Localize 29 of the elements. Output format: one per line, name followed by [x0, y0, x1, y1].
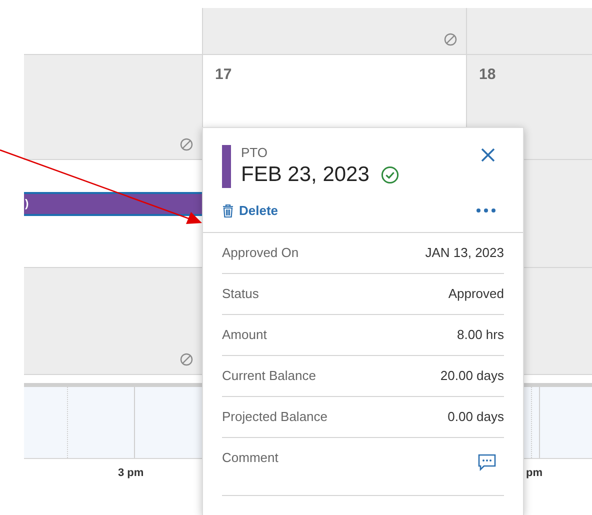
detail-label: Projected Balance [222, 408, 328, 426]
more-icon [476, 208, 496, 214]
detail-label: Approved On [222, 244, 299, 262]
detail-value: 20.00 days [440, 366, 504, 385]
detail-value: 8.00 hrs [457, 326, 504, 344]
comment-icon [478, 454, 496, 471]
detail-value: 0.00 days [448, 408, 504, 426]
day-number: 18 [479, 66, 496, 83]
detail-label: Amount [222, 326, 267, 344]
delete-button[interactable]: Delete [222, 201, 278, 220]
close-button[interactable] [480, 147, 496, 163]
blocked-icon [444, 33, 457, 46]
close-icon [480, 147, 496, 163]
trash-icon [222, 204, 234, 218]
popup-date: FEB 23, 2023 [241, 162, 370, 188]
detail-label: Current Balance [222, 366, 316, 385]
popup-type: PTO [241, 145, 268, 161]
more-button[interactable] [476, 208, 496, 214]
time-label: pm [526, 466, 542, 481]
day-number: 17 [215, 66, 232, 83]
detail-value: Approved [448, 284, 504, 303]
event-bar[interactable]: ) [24, 192, 202, 216]
comment-button[interactable] [478, 454, 496, 472]
detail-label: Status [222, 284, 259, 303]
detail-label: Comment [222, 448, 278, 466]
blocked-icon [180, 353, 193, 366]
detail-value: JAN 13, 2023 [425, 244, 504, 262]
blocked-icon [180, 138, 193, 151]
time-label: 3 pm [118, 466, 144, 481]
